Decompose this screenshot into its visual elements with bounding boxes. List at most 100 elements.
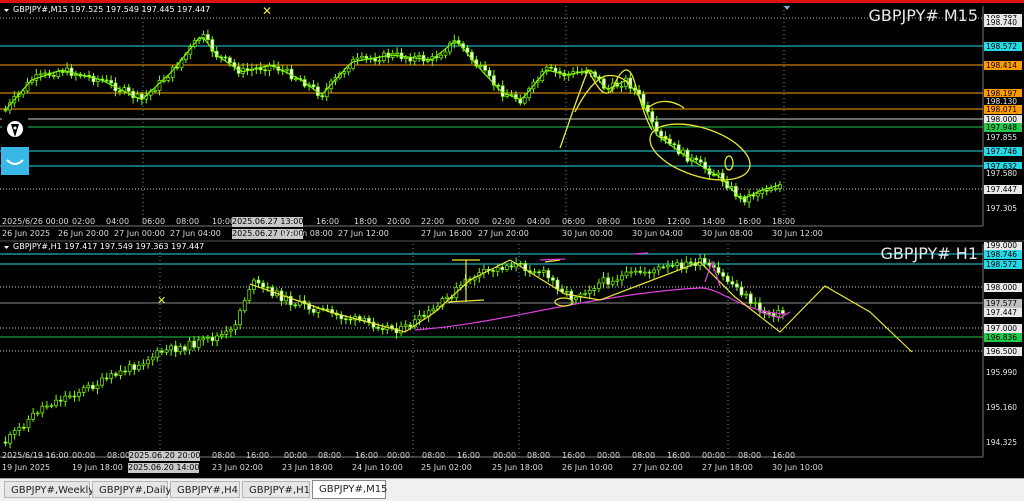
m15-date-label: 27 Jun 08:00 bbox=[282, 229, 333, 238]
h1-price-label: 197.000 bbox=[984, 324, 1022, 333]
candle-body bbox=[443, 51, 448, 56]
candle-body bbox=[537, 271, 541, 274]
candle-body bbox=[555, 279, 560, 290]
candle-body bbox=[109, 80, 113, 84]
h1-level-lines bbox=[0, 253, 983, 352]
candle-body bbox=[522, 97, 527, 104]
candle-body bbox=[346, 67, 351, 73]
h1-time-label: 08:00 bbox=[107, 451, 131, 460]
h1-time-label: 08:00 bbox=[422, 451, 446, 460]
h1-chart-canvas[interactable]: ✕ bbox=[0, 242, 1024, 478]
m15-time-label: 10:00 bbox=[632, 217, 656, 226]
candle-body bbox=[610, 280, 615, 285]
candle-body bbox=[166, 77, 171, 81]
h1-price-label: 197.577 bbox=[984, 299, 1022, 308]
candle-body bbox=[178, 346, 183, 353]
candle-body bbox=[431, 308, 436, 312]
m15-time-label: 06:00 bbox=[142, 217, 166, 226]
candle-body bbox=[223, 56, 228, 59]
m15-scroll-marker-icon bbox=[784, 6, 790, 10]
candle-body bbox=[670, 264, 675, 267]
candle-body bbox=[127, 364, 132, 372]
tab-daily[interactable]: GBPJPY#,Daily bbox=[92, 481, 171, 498]
candle-body bbox=[483, 65, 487, 71]
m15-event-marker-icon[interactable]: ✕ bbox=[262, 4, 272, 18]
candle-body bbox=[694, 157, 699, 161]
candle-body bbox=[247, 289, 252, 301]
candle-body bbox=[716, 267, 721, 273]
candle-body bbox=[173, 345, 178, 353]
tab-weekly[interactable]: GBPJPY#,Weekly bbox=[4, 481, 94, 498]
candle-body bbox=[643, 271, 647, 274]
candle-body bbox=[86, 384, 91, 388]
pen-tool-icon[interactable] bbox=[2, 118, 28, 142]
tab-m15[interactable]: GBPJPY#,M15 bbox=[312, 480, 387, 499]
candle-body bbox=[242, 300, 247, 312]
m15-chart-window[interactable]: ✕ GBPJPY#,M15 197.525 197.549 197.445 19… bbox=[0, 0, 1024, 242]
candle-body bbox=[659, 130, 663, 137]
h1-time-label: 08:00 bbox=[738, 451, 762, 460]
candle-body bbox=[74, 74, 78, 76]
candle-body bbox=[60, 71, 65, 73]
candle-body bbox=[114, 373, 118, 376]
h1-date-label: 19 Jun 2025 bbox=[2, 463, 51, 472]
h1-chart-window[interactable]: ✕ GBPJPY#,H1 197.417 197.549 197.363 197… bbox=[0, 242, 1024, 478]
candle-body bbox=[49, 405, 54, 407]
m15-time-label: 08:00 bbox=[176, 217, 200, 226]
candle-body bbox=[633, 270, 638, 273]
h1-time-label: 16:00 bbox=[562, 451, 586, 460]
m15-time-label: 04:00 bbox=[106, 217, 130, 226]
candle-body bbox=[104, 79, 109, 82]
candle-body bbox=[285, 68, 289, 71]
h1-price-label: 195.990 bbox=[984, 368, 1022, 377]
h1-menu-arrow-icon[interactable] bbox=[4, 246, 9, 249]
candle-body bbox=[583, 293, 587, 295]
m15-date-label: 26 Jun 20:00 bbox=[58, 229, 109, 238]
candle-body bbox=[721, 272, 725, 277]
h1-price-label: 195.160 bbox=[984, 403, 1022, 412]
candle-body bbox=[541, 270, 546, 273]
h1-date-label: 2025.06.20 14:00 bbox=[128, 463, 200, 473]
candle-body bbox=[233, 324, 238, 331]
candle-body bbox=[689, 261, 693, 264]
m15-time-label: 22:00 bbox=[421, 217, 445, 226]
tab-h4[interactable]: GBPJPY#,H4 bbox=[170, 481, 240, 498]
candle-body bbox=[311, 308, 316, 313]
candle-body bbox=[675, 262, 679, 266]
candle-body bbox=[316, 308, 321, 313]
candle-body bbox=[587, 290, 592, 294]
m15-date-label: 27 Jun 16:00 bbox=[421, 229, 472, 238]
candle-body bbox=[160, 350, 164, 353]
tab-h1[interactable]: GBPJPY#,H1 bbox=[242, 481, 310, 498]
candle-body bbox=[656, 266, 661, 271]
candle-body bbox=[351, 59, 355, 69]
h1-event-marker-icon[interactable]: ✕ bbox=[157, 294, 166, 307]
m15-price-label: 198.414 bbox=[984, 61, 1022, 70]
candle-body bbox=[500, 266, 505, 270]
h1-time-label: 08:00 bbox=[632, 451, 656, 460]
m15-date-label: 27 Jun 00:00 bbox=[114, 229, 165, 238]
m15-time-label: 18:00 bbox=[772, 217, 796, 226]
candle-body bbox=[564, 290, 569, 293]
h1-date-label: 25 Jun 02:00 bbox=[421, 463, 472, 472]
h1-date-label: 25 Jun 18:00 bbox=[492, 463, 543, 472]
m15-menu-arrow-icon[interactable] bbox=[4, 9, 9, 12]
h1-time-label: 16:00 bbox=[246, 451, 270, 460]
candle-body bbox=[52, 75, 56, 77]
candle-body bbox=[224, 330, 229, 335]
candle-body bbox=[219, 333, 224, 337]
m15-date-label: 30 Jun 00:00 bbox=[562, 229, 613, 238]
smile-tool-icon[interactable] bbox=[1, 147, 29, 175]
candle-body bbox=[229, 329, 233, 332]
m15-symbol-label: GBPJPY# M15 bbox=[868, 6, 978, 25]
candle-body bbox=[426, 60, 430, 62]
h1-time-label: 08:00 bbox=[318, 451, 342, 460]
h1-date-label: 27 Jun 02:00 bbox=[632, 463, 683, 472]
candle-body bbox=[261, 282, 265, 288]
m15-time-label: 2025.06.27 13:00 bbox=[232, 217, 304, 227]
h1-time-label: 00:00 bbox=[493, 451, 517, 460]
m15-chart-canvas[interactable]: ✕ bbox=[0, 0, 1024, 242]
candle-body bbox=[615, 279, 620, 282]
m15-date-label: 27 Jun 04:00 bbox=[170, 229, 221, 238]
candle-body bbox=[192, 340, 196, 348]
